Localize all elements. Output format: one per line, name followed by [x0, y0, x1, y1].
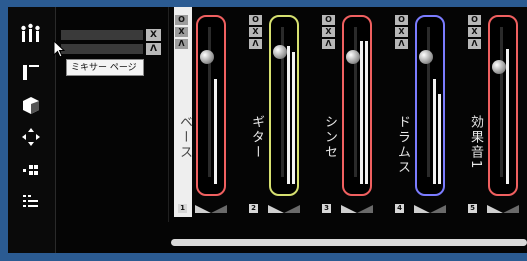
record-button[interactable]: Λ: [395, 39, 408, 49]
channel-number: 4: [395, 204, 404, 213]
channel-name: ドラムス: [395, 115, 410, 175]
mixer-icon[interactable]: [20, 23, 42, 43]
volume-fader[interactable]: [196, 15, 226, 196]
solo-button[interactable]: X: [249, 27, 262, 37]
channel-number: 5: [468, 204, 477, 213]
level-meter: [287, 46, 290, 184]
fader-knob[interactable]: [492, 60, 506, 74]
volume-fader[interactable]: [342, 15, 372, 196]
record-button[interactable]: Λ: [249, 39, 262, 49]
inspector-panel-icon[interactable]: [20, 62, 42, 82]
pan-control[interactable]: [414, 205, 446, 214]
channel-strip: O X Λ ドラムス 4: [390, 7, 463, 217]
level-meter: [360, 41, 363, 184]
mute-button[interactable]: O: [395, 15, 408, 25]
mute-button[interactable]: O: [175, 15, 188, 25]
level-meter: [292, 52, 295, 184]
record-button[interactable]: Λ: [468, 39, 481, 49]
solo-button[interactable]: X: [468, 27, 481, 37]
pan-control[interactable]: [487, 205, 519, 214]
channel-strip: O X Λ ギター 2: [244, 7, 317, 217]
volume-fader[interactable]: [415, 15, 445, 196]
track-list-header: X Λ: [58, 29, 166, 59]
channel-strip: O X Λ ベース 1: [174, 7, 227, 217]
fader-knob[interactable]: [346, 50, 360, 64]
pan-control[interactable]: [268, 205, 300, 214]
tooltip: ミキサー ページ: [66, 59, 144, 76]
mini-header-label: [61, 30, 143, 40]
strip-buttons: OXΛ: [322, 15, 335, 51]
collapse-button[interactable]: Λ: [146, 43, 161, 55]
strip-buttons: OXΛ: [395, 15, 408, 51]
level-meter: [506, 49, 509, 184]
cube-icon[interactable]: [20, 95, 42, 115]
tool-sidebar: [8, 7, 56, 253]
channel-name: ベース: [177, 115, 192, 160]
solo-button[interactable]: X: [175, 27, 188, 37]
channel-number: 1: [178, 204, 187, 213]
grid-dots-icon[interactable]: [20, 160, 42, 180]
fader-knob[interactable]: [419, 50, 433, 64]
fader-track: [500, 27, 503, 177]
list-icon[interactable]: [20, 192, 42, 212]
horizontal-scrollbar[interactable]: [171, 239, 527, 246]
pan-control[interactable]: [195, 205, 227, 214]
pan-control[interactable]: [341, 205, 373, 214]
channel-name: ギター: [249, 115, 264, 160]
mixer-window: X Λ O X Λ ベース 1 O X Λ ギター 2 O X Λ シンセ 3 O X Λ ドラムス 4 O X Λ 効果音1…: [8, 7, 527, 253]
mute-button[interactable]: O: [468, 15, 481, 25]
channel-number: 3: [322, 204, 331, 213]
channel-name: シンセ: [322, 115, 337, 160]
solo-button[interactable]: X: [322, 27, 335, 37]
fader-knob[interactable]: [200, 50, 214, 64]
volume-fader[interactable]: [269, 15, 299, 196]
record-button[interactable]: Λ: [322, 39, 335, 49]
mute-button[interactable]: O: [249, 15, 262, 25]
solo-button[interactable]: X: [395, 27, 408, 37]
strip-buttons: OXΛ: [249, 15, 262, 51]
move-arrows-icon[interactable]: [20, 127, 42, 147]
strip-buttons: OXΛ: [175, 15, 188, 51]
channel-strip: O X Λ 効果音1 5: [463, 7, 527, 217]
level-meter: [214, 79, 217, 184]
channel-number: 2: [249, 204, 258, 213]
fader-knob[interactable]: [273, 45, 287, 59]
volume-fader[interactable]: [488, 15, 518, 196]
channel-name: 効果音1: [468, 115, 483, 171]
level-meter: [438, 94, 441, 184]
mini-header-row: Λ: [58, 43, 166, 55]
level-meter: [365, 41, 368, 184]
cursor-icon: [53, 39, 66, 58]
mini-header-label: [61, 44, 143, 54]
mute-button[interactable]: O: [322, 15, 335, 25]
close-button[interactable]: X: [146, 29, 161, 41]
record-button[interactable]: Λ: [175, 39, 188, 49]
divider: [168, 7, 169, 222]
strip-buttons: OXΛ: [468, 15, 481, 51]
channel-strip: O X Λ シンセ 3: [317, 7, 390, 217]
mini-header-row: X: [58, 29, 166, 41]
level-meter: [433, 79, 436, 184]
